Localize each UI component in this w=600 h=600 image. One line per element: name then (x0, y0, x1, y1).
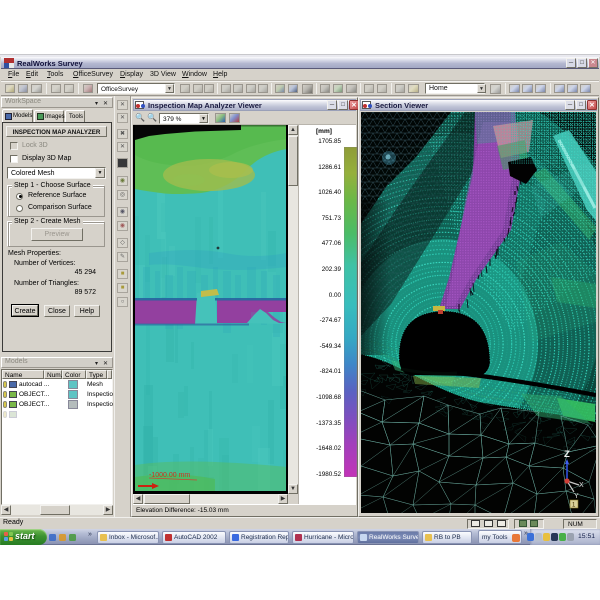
svg-text:Y: Y (574, 493, 579, 500)
svg-text:X: X (579, 482, 584, 489)
svg-text:Z: Z (564, 449, 570, 460)
